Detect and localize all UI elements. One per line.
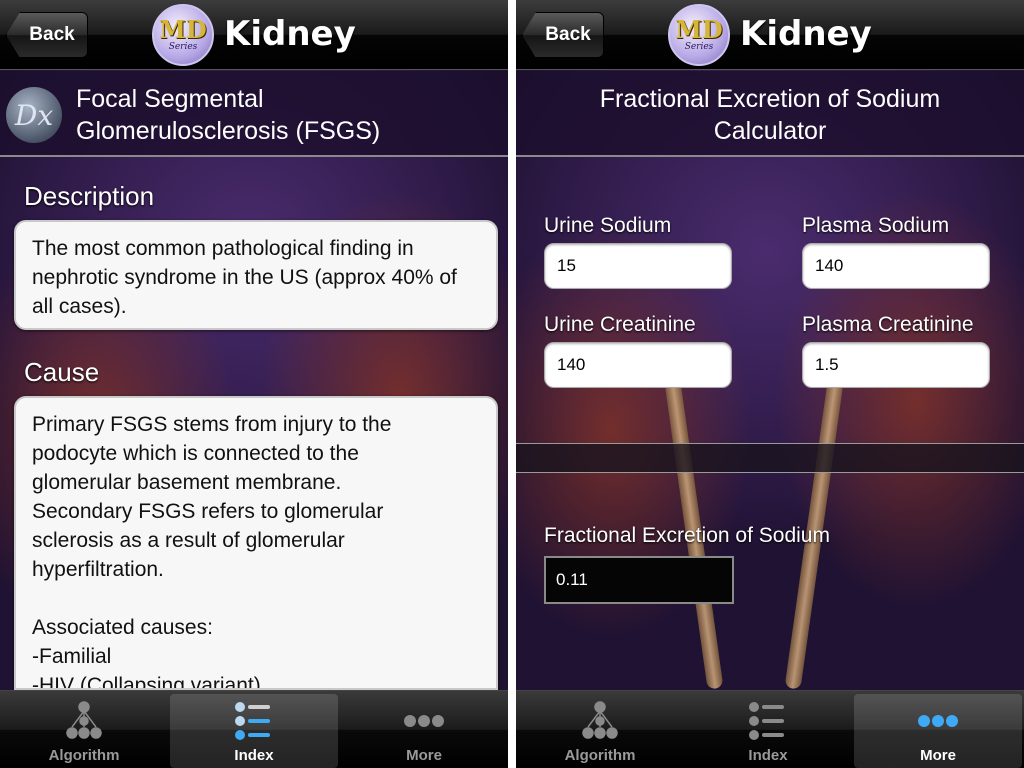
topic-title: Focal Segmental Glomerulosclerosis (FSGS… bbox=[76, 83, 496, 147]
urine-creatinine-label: Urine Creatinine bbox=[544, 313, 696, 336]
md-series-logo: MD Series bbox=[152, 4, 214, 66]
tab-index[interactable]: Index bbox=[684, 691, 852, 768]
calculator-title: Fractional Excretion of Sodium Calculato… bbox=[516, 83, 1024, 147]
plasma-creatinine-input[interactable] bbox=[802, 342, 990, 388]
logo-letters: MD bbox=[159, 15, 207, 44]
calculator-title-line1: Fractional Excretion of Sodium bbox=[599, 85, 941, 113]
cause-line: -HIV (Collapsing variant) bbox=[32, 674, 261, 690]
logo-series-text: Series bbox=[168, 42, 198, 52]
plasma-sodium-label: Plasma Sodium bbox=[802, 214, 950, 237]
section-divider bbox=[516, 443, 1024, 473]
back-button[interactable]: Back bbox=[6, 12, 88, 58]
tab-more[interactable]: More bbox=[340, 691, 508, 768]
fsgs-detail-screen: Back MD Series Kidney Dx Focal Segmental… bbox=[0, 0, 508, 768]
description-text: The most common pathological finding in … bbox=[32, 237, 457, 318]
cause-line: Secondary FSGS refers to glomerular bbox=[32, 500, 384, 523]
cause-card[interactable]: Primary FSGS stems from injury to the po… bbox=[14, 396, 498, 690]
fena-calculator-screen: Back MD Series Kidney Fractional Excreti… bbox=[516, 0, 1024, 768]
back-button[interactable]: Back bbox=[522, 12, 604, 58]
logo-series-text: Series bbox=[684, 42, 714, 52]
plasma-creatinine-label: Plasma Creatinine bbox=[802, 313, 974, 336]
app-title: Kidney bbox=[740, 14, 872, 54]
plasma-sodium-input[interactable] bbox=[802, 243, 990, 289]
tab-index[interactable]: Index bbox=[170, 694, 338, 768]
topic-title-line2: Glomerulosclerosis (FSGS) bbox=[76, 117, 381, 145]
diagnosis-icon: Dx bbox=[6, 87, 62, 143]
tree-icon bbox=[570, 699, 630, 743]
tab-algorithm-label: Algorithm bbox=[564, 747, 636, 764]
list-icon bbox=[224, 699, 284, 743]
fena-result-value: 0.11 bbox=[544, 556, 734, 604]
tree-icon bbox=[54, 699, 114, 743]
urine-creatinine-input[interactable] bbox=[544, 342, 732, 388]
tab-algorithm[interactable]: Algorithm bbox=[0, 691, 168, 768]
tab-more[interactable]: More bbox=[854, 694, 1022, 768]
cause-line: Primary FSGS stems from injury to the bbox=[32, 413, 392, 436]
navigation-bar: Back MD Series Kidney bbox=[0, 0, 508, 70]
tab-algorithm-label: Algorithm bbox=[48, 747, 120, 764]
fena-result-label: Fractional Excretion of Sodium bbox=[544, 524, 830, 547]
calculator-header: Fractional Excretion of Sodium Calculato… bbox=[516, 71, 1024, 157]
tab-more-label: More bbox=[406, 747, 442, 764]
calculator-title-line2: Calculator bbox=[713, 117, 827, 145]
tab-algorithm[interactable]: Algorithm bbox=[516, 691, 684, 768]
app-title: Kidney bbox=[224, 14, 356, 54]
cause-spacer bbox=[32, 584, 480, 613]
cause-line: hyperfiltration. bbox=[32, 558, 164, 581]
cause-line: Associated causes: bbox=[32, 616, 213, 639]
more-dots-icon bbox=[394, 699, 454, 743]
tab-bar: Algorithm Index More bbox=[516, 690, 1024, 768]
urine-sodium-label: Urine Sodium bbox=[544, 214, 672, 237]
tab-index-label: Index bbox=[748, 747, 788, 764]
tab-index-label: Index bbox=[234, 747, 274, 764]
description-heading: Description bbox=[24, 181, 155, 211]
topic-title-line1: Focal Segmental bbox=[76, 85, 264, 113]
navigation-bar: Back MD Series Kidney bbox=[516, 0, 1024, 70]
tab-more-label: More bbox=[920, 747, 956, 764]
cause-line: glomerular basement membrane. bbox=[32, 471, 342, 494]
cause-line: sclerosis as a result of glomerular bbox=[32, 529, 345, 552]
logo-letters: MD bbox=[675, 15, 723, 44]
cause-line: podocyte which is connected to the bbox=[32, 442, 359, 465]
cause-heading: Cause bbox=[24, 357, 100, 387]
description-card: The most common pathological finding in … bbox=[14, 220, 498, 330]
cause-line: -Familial bbox=[32, 645, 112, 668]
more-dots-icon bbox=[908, 699, 968, 743]
topic-header: Dx Focal Segmental Glomerulosclerosis (F… bbox=[0, 71, 508, 157]
urine-sodium-input[interactable] bbox=[544, 243, 732, 289]
list-icon bbox=[738, 699, 798, 743]
md-series-logo: MD Series bbox=[668, 4, 730, 66]
tab-bar: Algorithm Index More bbox=[0, 690, 508, 768]
